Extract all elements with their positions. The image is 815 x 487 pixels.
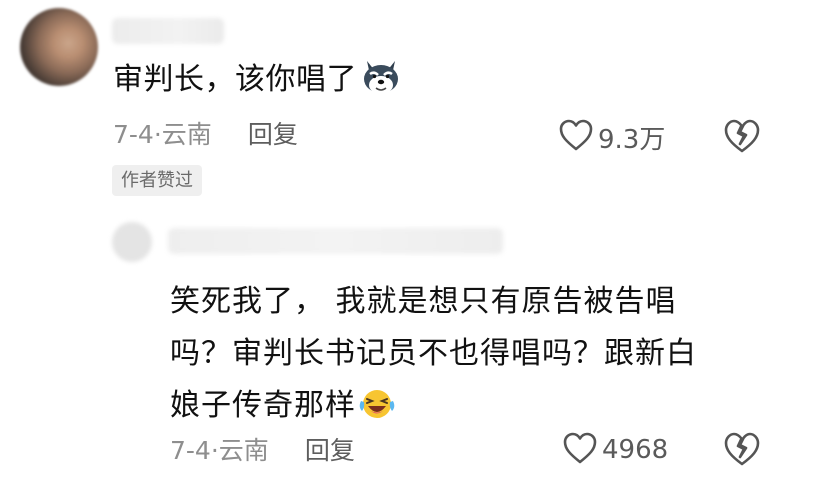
dislike-button[interactable] xyxy=(722,431,762,471)
comment-meta: 7-4·云南 回复 xyxy=(113,117,298,153)
comment-text-content: 审判长，该你唱了 xyxy=(113,62,357,97)
author-liked-badge: 作者赞过 xyxy=(112,165,202,196)
comment-text-line: 吗？审判长书记员不也得唱吗？跟新白 xyxy=(170,336,697,371)
comment-text: 审判长，该你唱了 xyxy=(113,58,401,108)
username-blurred[interactable] xyxy=(112,18,224,44)
comment-location: 云南 xyxy=(218,436,269,465)
heart-icon xyxy=(558,118,594,156)
like-count: 4968 xyxy=(602,435,669,465)
broken-heart-icon xyxy=(722,119,762,158)
reply-button[interactable]: 回复 xyxy=(248,120,298,149)
comment-text-line: 笑死我了， 我就是想只有原告被告唱 xyxy=(170,284,677,319)
comment-date: 7-4 xyxy=(170,436,211,465)
username-blurred[interactable] xyxy=(168,228,503,254)
comment-text: 笑死我了， 我就是想只有原告被告唱 吗？审判长书记员不也得唱吗？跟新白 娘子传奇… xyxy=(170,276,770,438)
meta-separator: · xyxy=(153,120,162,149)
like-button[interactable]: 4968 xyxy=(562,430,668,470)
like-count: 9.3万 xyxy=(598,124,666,155)
wolf-face-emoji-icon xyxy=(361,59,401,108)
comment-date: 7-4 xyxy=(113,120,154,149)
heart-icon xyxy=(562,431,598,469)
comment-text-content: 娘子传奇那样 xyxy=(170,388,356,423)
avatar[interactable] xyxy=(20,8,98,86)
reply-button[interactable]: 回复 xyxy=(305,436,355,465)
like-button[interactable]: 9.3万 xyxy=(558,117,665,157)
comment-meta: 7-4·云南 回复 xyxy=(170,433,355,469)
avatar[interactable] xyxy=(112,222,152,262)
dislike-button[interactable] xyxy=(722,118,762,158)
laughing-tears-emoji-icon xyxy=(358,386,396,438)
comment-text-line-last: 娘子传奇那样 xyxy=(170,380,770,438)
meta-separator: · xyxy=(210,436,219,465)
broken-heart-icon xyxy=(722,432,762,471)
comment-location: 云南 xyxy=(161,120,212,149)
